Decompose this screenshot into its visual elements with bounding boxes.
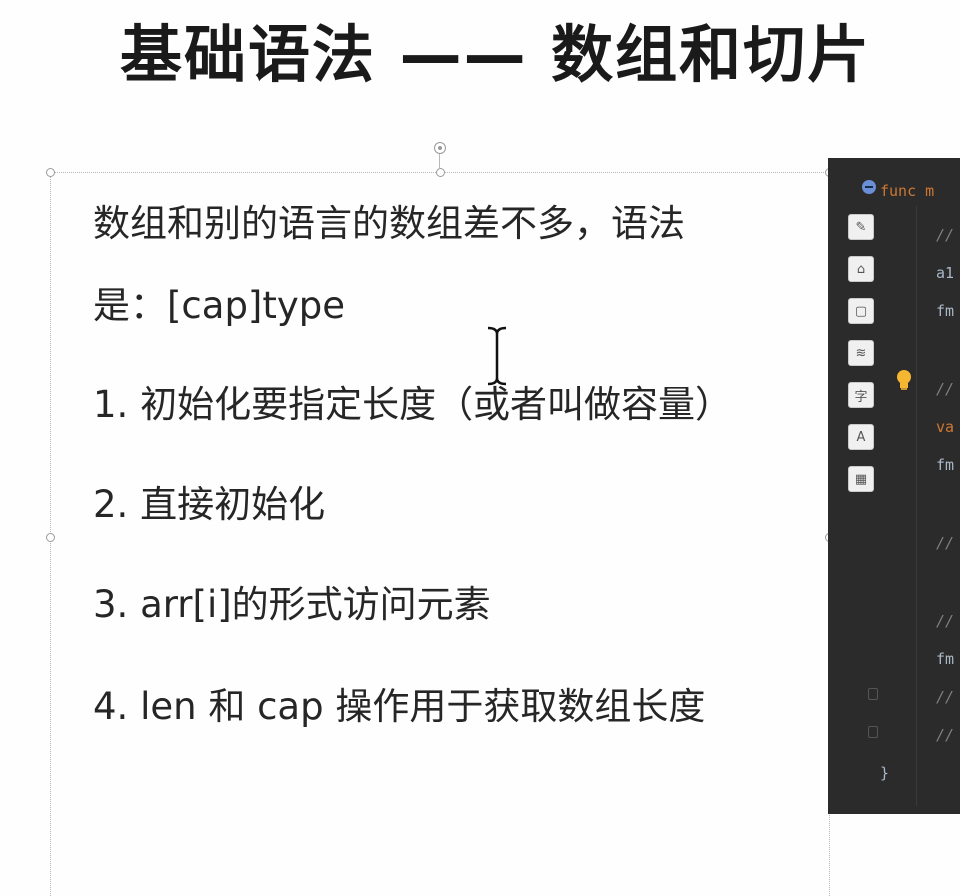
layers-icon[interactable]: ≋ (848, 340, 874, 366)
pencil-icon[interactable]: ✎ (848, 214, 874, 240)
code-editor-panel[interactable]: func m // a1 fm // va fm // // fm // // … (828, 158, 960, 814)
resize-handle-top-center[interactable] (436, 168, 445, 177)
code-line: a1 (936, 264, 955, 282)
fold-collapse-icon[interactable] (862, 180, 876, 194)
intro-line-2[interactable]: 是：[cap]type (93, 282, 345, 330)
code-line: func m (880, 182, 935, 200)
rectangle-icon[interactable]: ▢ (848, 298, 874, 324)
resize-handle-top-left[interactable] (46, 168, 55, 177)
image-text-icon[interactable]: A (848, 424, 874, 450)
code-line: // (936, 688, 955, 706)
floating-toolbar: ✎ ⌂ ▢ ≋ 字 A ▦ (848, 214, 878, 508)
code-line: } (880, 764, 890, 782)
list-item[interactable]: 3. arr[i]的形式访问元素 (93, 581, 491, 629)
list-item[interactable]: 4. len 和 cap 操作用于获取数组长度 (93, 683, 705, 731)
grid-icon[interactable]: ▦ (848, 466, 874, 492)
list-item[interactable]: 1. 初始化要指定长度（或者叫做容量） (93, 381, 732, 429)
lightbulb-icon[interactable] (894, 368, 914, 392)
shape-icon[interactable]: ⌂ (848, 256, 874, 282)
code-line: fm (936, 650, 955, 668)
editor-gutter (916, 206, 917, 806)
text-cursor-icon (487, 326, 507, 386)
resize-handle-middle-left[interactable] (46, 533, 55, 542)
code-line: // (936, 380, 955, 398)
rotate-handle[interactable] (434, 142, 446, 154)
text-icon[interactable]: 字 (848, 382, 874, 408)
slide-title[interactable]: 基础语法 —— 数组和切片 (120, 10, 960, 100)
list-item[interactable]: 2. 直接初始化 (93, 481, 325, 529)
code-line: va (936, 418, 955, 436)
fold-marker-icon[interactable] (868, 726, 878, 738)
slide-canvas: 基础语法 —— 数组和切片 数组和别的语言的数组差不多，语法 是：[cap]ty… (0, 0, 960, 896)
intro-line-1[interactable]: 数组和别的语言的数组差不多，语法 (93, 200, 685, 248)
code-line: // (936, 534, 955, 552)
code-line: fm (936, 456, 955, 474)
code-line: fm (936, 302, 955, 320)
fold-marker-icon[interactable] (868, 688, 878, 700)
code-line: // (936, 612, 955, 630)
code-line: // (936, 726, 955, 744)
selected-text-box[interactable] (50, 172, 830, 896)
code-line: // (936, 226, 955, 244)
